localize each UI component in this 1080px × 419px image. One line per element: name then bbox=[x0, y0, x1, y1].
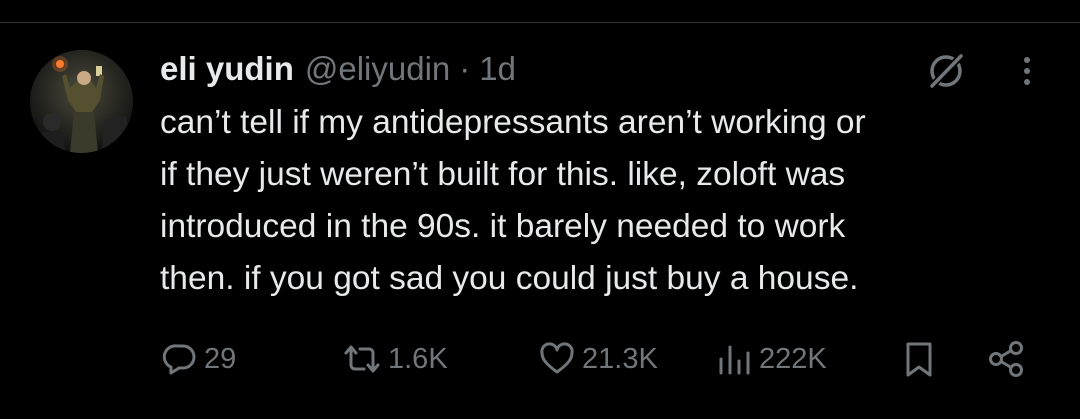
timestamp[interactable]: 1d bbox=[479, 44, 516, 94]
avatar[interactable] bbox=[30, 50, 133, 153]
like-button[interactable]: 21.3K bbox=[538, 333, 658, 385]
bookmark-button[interactable] bbox=[902, 333, 936, 385]
reply-count: 29 bbox=[204, 342, 237, 375]
repost-icon bbox=[342, 341, 382, 377]
views-count: 222K bbox=[759, 342, 827, 375]
top-divider bbox=[0, 22, 1080, 23]
views-icon bbox=[715, 341, 753, 377]
display-name[interactable]: eli yudin bbox=[160, 44, 294, 94]
reply-button[interactable]: 29 bbox=[162, 333, 236, 385]
share-icon bbox=[986, 339, 1026, 379]
bookmark-icon bbox=[902, 339, 936, 379]
repost-button[interactable]: 1.6K bbox=[342, 333, 448, 385]
like-icon bbox=[538, 341, 576, 377]
reply-icon bbox=[162, 341, 198, 377]
tweet-text: can’t tell if my antidepressants aren’t … bbox=[160, 104, 866, 297]
share-button[interactable] bbox=[986, 333, 1026, 385]
action-bar: 29 1.6K 21.3K 222K bbox=[160, 333, 1040, 385]
views-button[interactable]: 222K bbox=[715, 333, 827, 385]
user-handle[interactable]: @eliyudin bbox=[305, 44, 450, 94]
repost-count: 1.6K bbox=[388, 342, 448, 375]
tweet[interactable]: eli yudin @eliyudin · 1d can’t tell if m… bbox=[160, 44, 1060, 305]
separator-dot: · bbox=[459, 50, 471, 87]
more-icon[interactable] bbox=[1015, 54, 1039, 88]
grok-icon[interactable] bbox=[925, 50, 967, 92]
like-count: 21.3K bbox=[582, 342, 658, 375]
